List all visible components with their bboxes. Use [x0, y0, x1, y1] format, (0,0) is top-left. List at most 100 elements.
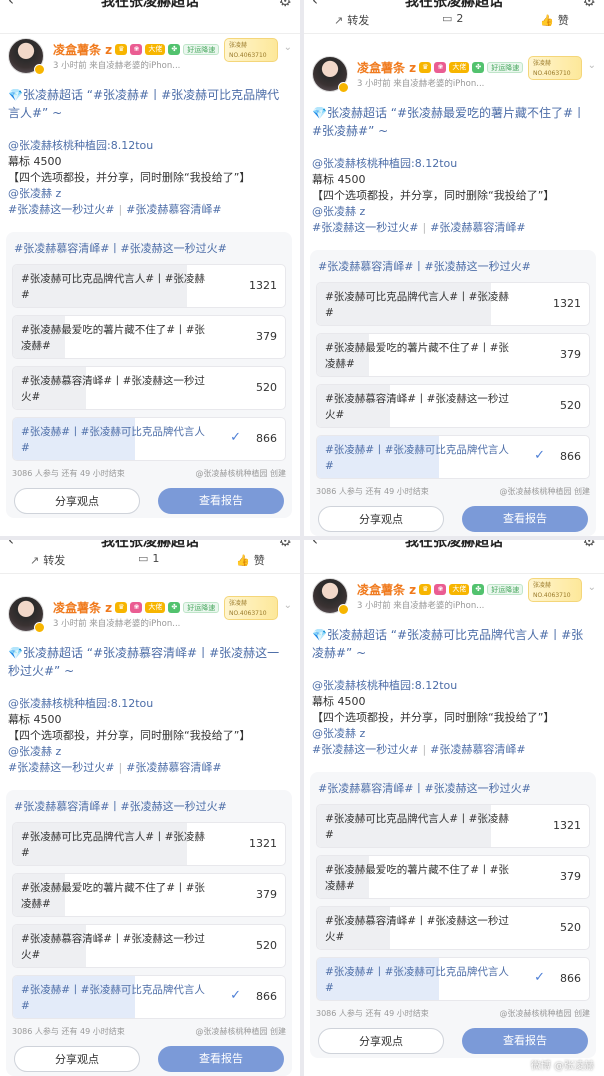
comment-icon: ▭: [442, 12, 453, 25]
vote-footer: 3086 人参与 还有 49 小时结束 @张凌赫核桃种植园 创建: [12, 1026, 286, 1037]
fan-medal[interactable]: 张凌赫 NO.4063710: [528, 578, 582, 602]
vote-footer: 3086 人参与 还有 49 小时结束 @张凌赫核桃种植园 创建: [12, 468, 286, 479]
vote-option[interactable]: #张凌赫最爱吃的薯片藏不住了#丨#张凌赫# 379: [316, 333, 590, 377]
vote-option[interactable]: #张凌赫可比克品牌代言人#丨#张凌赫# 1321: [316, 282, 590, 326]
vote-option[interactable]: #张凌赫最爱吃的薯片藏不住了#丨#张凌赫# 379: [12, 315, 286, 359]
vote-creator[interactable]: @张凌赫核桃种植园 创建: [499, 1008, 590, 1019]
vote-creator[interactable]: @张凌赫核桃种植园 创建: [499, 486, 590, 497]
vote-option[interactable]: #张凌赫#丨#张凌赫可比克品牌代言人# ✓ 866: [316, 957, 590, 1001]
username[interactable]: 凌盒薯条 z: [357, 581, 416, 598]
gear-icon[interactable]: ⚙: [279, 0, 292, 10]
vote-option[interactable]: #张凌赫可比克品牌代言人#丨#张凌赫# 1321: [12, 264, 286, 308]
comment-button[interactable]: ▭ 1: [138, 552, 159, 565]
view-report-button[interactable]: 查看报告: [158, 1046, 284, 1072]
vote-title[interactable]: #张凌赫慕容清峄#丨#张凌赫这一秒过火#: [318, 258, 531, 274]
avatar[interactable]: [312, 56, 349, 93]
vote-option[interactable]: #张凌赫#丨#张凌赫可比克品牌代言人# ✓ 866: [12, 417, 286, 461]
fan-medal[interactable]: 张凌赫 NO.4063710: [224, 38, 278, 62]
chevron-down-icon[interactable]: ⌄: [588, 60, 596, 71]
username[interactable]: 凌盒薯条 z: [53, 41, 112, 58]
post-meta: 3 小时前 来自凌赫老婆的iPhon...: [53, 61, 181, 71]
vote-option[interactable]: #张凌赫可比克品牌代言人#丨#张凌赫# 1321: [316, 804, 590, 848]
vote-option-count: 520: [256, 939, 277, 952]
gear-icon[interactable]: ⚙: [583, 0, 596, 10]
topic-tag[interactable]: #张凌赫慕容清峄#: [126, 761, 221, 774]
view-report-button[interactable]: 查看报告: [462, 1028, 588, 1054]
vote-option[interactable]: #张凌赫最爱吃的薯片藏不住了#丨#张凌赫# 379: [316, 855, 590, 899]
medal-name: 张凌赫: [229, 600, 248, 607]
repost-button[interactable]: ↗ 转发: [334, 12, 369, 28]
chevron-down-icon[interactable]: ⌄: [588, 582, 596, 593]
topic-tag[interactable]: #张凌赫慕容清峄#: [430, 743, 525, 756]
chevron-down-icon[interactable]: ⌄: [284, 600, 292, 611]
avatar[interactable]: [8, 38, 45, 75]
mention-user[interactable]: @张凌赫 z: [312, 726, 594, 742]
vote-option[interactable]: #张凌赫最爱吃的薯片藏不住了#丨#张凌赫# 379: [12, 873, 286, 917]
username[interactable]: 凌盒薯条 z: [357, 59, 416, 76]
username-row[interactable]: 凌盒薯条 z ♛ ❀ 大佬 ✤ 好运降速: [53, 599, 220, 616]
mention-garden[interactable]: @张凌赫核桃种植园:8.12tou: [312, 678, 594, 694]
repost-button[interactable]: ↗ 转发: [30, 552, 65, 568]
comment-button[interactable]: ▭ 2: [442, 12, 463, 25]
gear-icon[interactable]: ⚙: [583, 540, 596, 550]
vote-option-label: #张凌赫最爱吃的薯片藏不住了#丨#张凌赫#: [325, 864, 509, 892]
vote-option-label: #张凌赫#丨#张凌赫可比克品牌代言人#: [325, 444, 509, 472]
thumb-up-icon: 👍: [540, 13, 554, 27]
mention-user[interactable]: @张凌赫 z: [8, 186, 290, 202]
vote-title[interactable]: #张凌赫慕容清峄#丨#张凌赫这一秒过火#: [14, 240, 227, 256]
vote-option-count: 379: [256, 888, 277, 901]
topic-text[interactable]: 💎张凌赫超话 “#张凌赫#丨#张凌赫可比克品牌代言人#” ~: [8, 86, 290, 122]
gear-icon[interactable]: ⚙: [279, 540, 292, 550]
vote-creator[interactable]: @张凌赫核桃种植园 创建: [195, 1026, 286, 1037]
vote-option[interactable]: #张凌赫慕容清峄#丨#张凌赫这一秒过火# 520: [12, 924, 286, 968]
mention-garden[interactable]: @张凌赫核桃种植园:8.12tou: [8, 696, 290, 712]
mention-user[interactable]: @张凌赫 z: [312, 204, 594, 220]
fan-medal[interactable]: 张凌赫 NO.4063710: [528, 56, 582, 80]
topic-tag[interactable]: #张凌赫慕容清峄#: [126, 203, 221, 216]
vote-option[interactable]: #张凌赫慕容清峄#丨#张凌赫这一秒过火# 520: [12, 366, 286, 410]
topic-tag[interactable]: #张凌赫慕容清峄#: [430, 221, 525, 234]
vote-option[interactable]: #张凌赫#丨#张凌赫可比克品牌代言人# ✓ 866: [12, 975, 286, 1019]
share-opinion-button[interactable]: 分享观点: [14, 488, 140, 514]
view-report-button[interactable]: 查看报告: [158, 488, 284, 514]
comment-count: 2: [456, 12, 464, 25]
topic-text[interactable]: 💎张凌赫超话 “#张凌赫慕容清峄#丨#张凌赫这一秒过火#” ~: [8, 644, 290, 680]
topic-text[interactable]: 💎张凌赫超话 “#张凌赫可比克品牌代言人#丨#张凌赫#” ~: [312, 626, 594, 662]
vote-option-count: 1321: [249, 837, 277, 850]
vote-creator[interactable]: @张凌赫核桃种植园 创建: [195, 468, 286, 479]
username[interactable]: 凌盒薯条 z: [53, 599, 112, 616]
vote-option-count: 1321: [553, 819, 581, 832]
vote-option[interactable]: #张凌赫#丨#张凌赫可比克品牌代言人# ✓ 866: [316, 435, 590, 479]
vote-title[interactable]: #张凌赫慕容清峄#丨#张凌赫这一秒过火#: [14, 798, 227, 814]
share-opinion-button[interactable]: 分享观点: [318, 1028, 444, 1054]
topic-tag[interactable]: #张凌赫这一秒过火#: [312, 221, 418, 234]
fan-medal[interactable]: 张凌赫 NO.4063710: [224, 596, 278, 620]
avatar[interactable]: [8, 596, 45, 633]
avatar[interactable]: [312, 578, 349, 615]
mention-user[interactable]: @张凌赫 z: [8, 744, 290, 760]
mention-garden[interactable]: @张凌赫核桃种植园:8.12tou: [312, 156, 594, 172]
topic-tag[interactable]: #张凌赫这一秒过火#: [8, 203, 114, 216]
username-row[interactable]: 凌盒薯条 z ♛ ❀ 大佬 ✤ 好运降速: [53, 41, 220, 58]
like-button[interactable]: 👍 赞: [236, 552, 265, 568]
chevron-down-icon[interactable]: ⌄: [284, 42, 292, 53]
tag-row: #张凌赫这一秒过火# | #张凌赫慕容清峄#: [312, 220, 594, 236]
like-button[interactable]: 👍 赞: [540, 12, 569, 28]
vote-title[interactable]: #张凌赫慕容清峄#丨#张凌赫这一秒过火#: [318, 780, 531, 796]
share-opinion-button[interactable]: 分享观点: [318, 506, 444, 532]
view-report-button[interactable]: 查看报告: [462, 506, 588, 532]
medal-number: NO.4063710: [533, 592, 571, 599]
vote-option[interactable]: #张凌赫慕容清峄#丨#张凌赫这一秒过火# 520: [316, 384, 590, 428]
share-opinion-button[interactable]: 分享观点: [14, 1046, 140, 1072]
fan-badge: 好运降速: [183, 602, 220, 613]
mention-garden[interactable]: @张凌赫核桃种植园:8.12tou: [8, 138, 290, 154]
post-meta: 3 小时前 来自凌赫老婆的iPhon...: [357, 601, 485, 611]
topic-tag[interactable]: #张凌赫这一秒过火#: [8, 761, 114, 774]
topic-tag[interactable]: #张凌赫这一秒过火#: [312, 743, 418, 756]
username-row[interactable]: 凌盒薯条 z ♛ ❀ 大佬 ✤ 好运降速: [357, 59, 524, 76]
topic-text[interactable]: 💎张凌赫超话 “#张凌赫最爱吃的薯片藏不住了#丨#张凌赫#” ~: [312, 104, 594, 140]
username-row[interactable]: 凌盒薯条 z ♛ ❀ 大佬 ✤ 好运降速: [357, 581, 524, 598]
clover-icon: ✤: [168, 44, 181, 55]
vote-option[interactable]: #张凌赫可比克品牌代言人#丨#张凌赫# 1321: [12, 822, 286, 866]
vote-option[interactable]: #张凌赫慕容清峄#丨#张凌赫这一秒过火# 520: [316, 906, 590, 950]
